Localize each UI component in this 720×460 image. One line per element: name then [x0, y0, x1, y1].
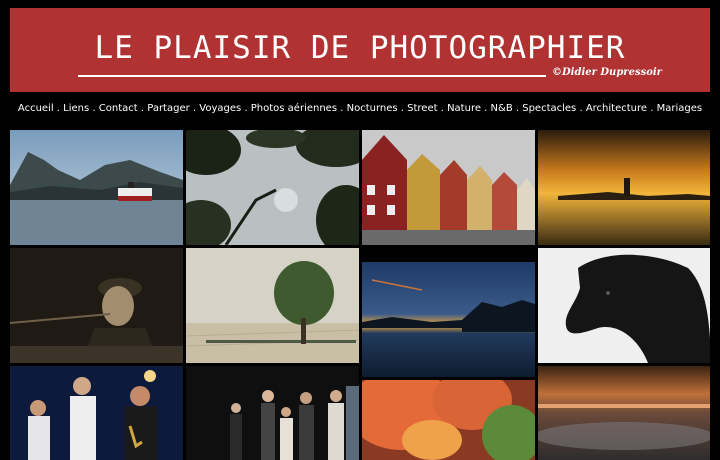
nav-architecture[interactable]: Architecture: [586, 103, 647, 114]
site-banner: LE PLAISIR DE PHOTOGRAPHIER ©Didier Dupr…: [10, 8, 710, 92]
nav-separator: .: [647, 103, 657, 114]
nav-nature[interactable]: Nature: [447, 103, 481, 114]
main-navigation: Accueil . Liens . Contact . Partager . V…: [0, 103, 720, 114]
photo-jazz-band[interactable]: [10, 366, 183, 460]
nav-separator: .: [512, 103, 523, 114]
nav-voyages[interactable]: Voyages: [199, 103, 241, 114]
nav-separator: .: [241, 103, 251, 114]
photo-ship-fjord[interactable]: [10, 130, 183, 245]
photo-lake-dusk[interactable]: [362, 262, 535, 377]
nav-separator: .: [437, 103, 448, 114]
photo-misty-sunset[interactable]: [538, 366, 710, 460]
photo-black-horse[interactable]: [538, 248, 710, 363]
title-underline: [78, 75, 546, 77]
nav-liens[interactable]: Liens: [63, 103, 89, 114]
nav-street[interactable]: Street: [407, 103, 437, 114]
photo-musician-sepia[interactable]: [10, 248, 183, 363]
photo-theatre-performers[interactable]: [186, 366, 359, 460]
nav-separator: .: [337, 103, 347, 114]
nav-separator: .: [89, 103, 99, 114]
nav-partager[interactable]: Partager: [147, 103, 189, 114]
nav-separator: .: [53, 103, 64, 114]
nav-separator: .: [481, 103, 491, 114]
photo-bryggen-houses[interactable]: [362, 130, 535, 245]
site-title: LE PLAISIR DE PHOTOGRAPHIER: [94, 30, 626, 66]
nav-nb[interactable]: N&B: [491, 103, 513, 114]
nav-nocturnes[interactable]: Nocturnes: [347, 103, 398, 114]
nav-photos-aeriennes[interactable]: Photos aériennes: [251, 103, 337, 114]
nav-contact[interactable]: Contact: [99, 103, 138, 114]
photo-autumn-tree[interactable]: [362, 380, 535, 460]
nav-spectacles[interactable]: Spectacles: [522, 103, 576, 114]
nav-separator: .: [397, 103, 408, 114]
photographer-credit: ©Didier Dupressoir: [552, 67, 662, 78]
nav-separator: .: [137, 103, 148, 114]
nav-mariages[interactable]: Mariages: [657, 103, 702, 114]
nav-accueil[interactable]: Accueil: [18, 103, 54, 114]
nav-separator: .: [189, 103, 200, 114]
photo-lone-tree[interactable]: [186, 248, 359, 363]
photo-gallery: [10, 130, 710, 460]
photo-tree-leaves[interactable]: [186, 130, 359, 245]
nav-separator: .: [576, 103, 586, 114]
photo-sunset-lighthouse[interactable]: [538, 130, 710, 245]
